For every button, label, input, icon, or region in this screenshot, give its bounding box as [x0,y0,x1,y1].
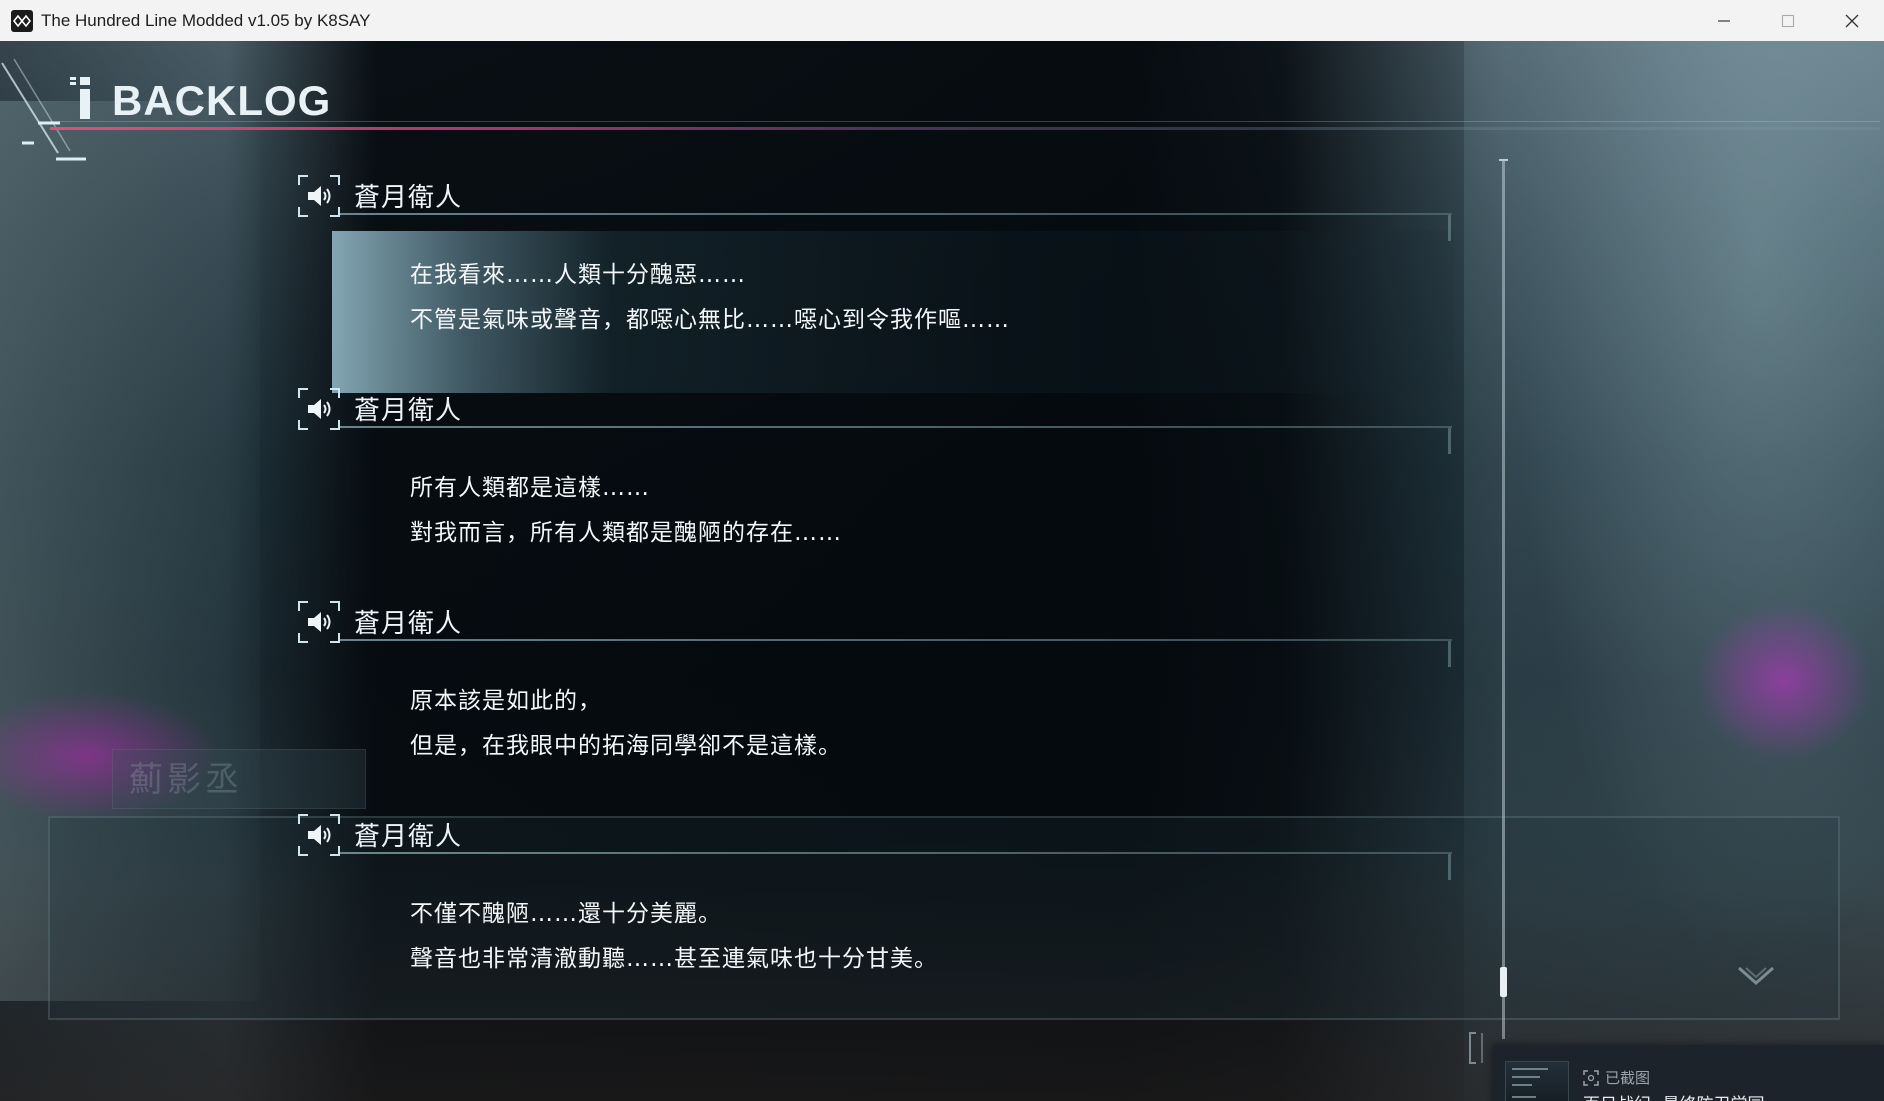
dialog-line: 原本該是如此的， [410,688,602,714]
dialog-line: 對我而言，所有人類都是醜陋的存在…… [410,520,842,546]
scrollbar-thumb[interactable] [1500,967,1507,997]
close-button[interactable] [1820,0,1884,41]
scrollbar-track[interactable] [1502,161,1505,1039]
entry-divider [340,852,1452,854]
game-scene: 薊影丞 BACKLOG 蒼月衛人 在我看來……人類十分醜惡…… 不管是氣味或聲音… [0,41,1884,1101]
title-bar[interactable]: The Hundred Line Modded v1.05 by K8SAY [0,0,1884,42]
dialog-line: 不管是氣味或聲音，都噁心無比……噁心到令我作嘔…… [410,307,1010,333]
speaker-icon [308,399,331,419]
backlog-entry[interactable]: 蒼月衛人 原本該是如此的， 但是，在我眼中的拓海同學卻不是這樣。 [298,601,1454,811]
maximize-icon [1781,14,1795,27]
entry-divider [340,639,1452,641]
screenshot-thumbnail[interactable] [1505,1061,1569,1101]
app-icon [11,9,33,32]
speaker-name: 蒼月衛人 [354,609,463,639]
entry-divider-end [1448,215,1451,241]
entry-divider [340,213,1452,215]
dialog-line: 所有人類都是這樣…… [410,475,650,501]
voice-replay-button[interactable] [298,388,340,430]
backlog-entry[interactable]: 蒼月衛人 在我看來……人類十分醜惡…… 不管是氣味或聲音，都噁心無比……噁心到令… [298,175,1454,393]
entry-divider-end [1448,641,1451,667]
chevron-down-icon [1738,966,1774,986]
maximize-button[interactable] [1756,0,1820,41]
window-title: The Hundred Line Modded v1.05 by K8SAY [41,10,371,30]
speaker-name: 蒼月衛人 [354,822,463,852]
dialog-line: 不僅不醜陋……還十分美麗。 [410,901,722,927]
speaker-name: 蒼月衛人 [354,183,463,213]
minimize-button[interactable] [1692,0,1756,41]
window-controls [1692,0,1884,41]
dialog-line: 在我看來……人類十分醜惡…… [410,262,746,288]
minimize-icon [1718,19,1730,22]
speaker-icon [308,186,331,206]
notification-title: 百日战纪 -最终防卫学园- [1583,1090,1771,1101]
close-icon [1845,14,1859,27]
screenshot-notification[interactable]: 已截图 百日战纪 -最终防卫学园- [1493,1045,1884,1101]
speaker-icon [308,825,331,845]
bracket-decoration-icon [1469,1032,1483,1064]
dialog-line: 但是，在我眼中的拓海同學卻不是這樣。 [410,733,842,759]
backlog-list[interactable]: 蒼月衛人 在我看來……人類十分醜惡…… 不管是氣味或聲音，都噁心無比……噁心到令… [0,41,1500,1101]
speaker-name: 蒼月衛人 [354,396,463,426]
screenshot-icon [1583,1069,1599,1086]
notification-caption: 已截图 [1583,1067,1650,1088]
voice-replay-button[interactable] [298,175,340,217]
speaker-icon [308,612,331,632]
backlog-entry[interactable]: 蒼月衛人 不僅不醜陋……還十分美麗。 聲音也非常清澈動聽……甚至連氣味也十分甘美… [298,814,1454,1024]
background-flowers-right [1694,601,1874,761]
backlog-entry[interactable]: 蒼月衛人 所有人類都是這樣…… 對我而言，所有人類都是醜陋的存在…… [298,388,1454,598]
voice-replay-button[interactable] [298,601,340,643]
entry-divider-end [1448,854,1451,880]
entry-divider [340,426,1452,428]
dialog-line: 聲音也非常清澈動聽……甚至連氣味也十分甘美。 [410,946,938,972]
game-window: The Hundred Line Modded v1.05 by K8SAY 薊… [0,0,1884,1101]
voice-replay-button[interactable] [298,814,340,856]
notification-caption-text: 已截图 [1605,1069,1651,1087]
entry-divider-end [1448,428,1451,454]
